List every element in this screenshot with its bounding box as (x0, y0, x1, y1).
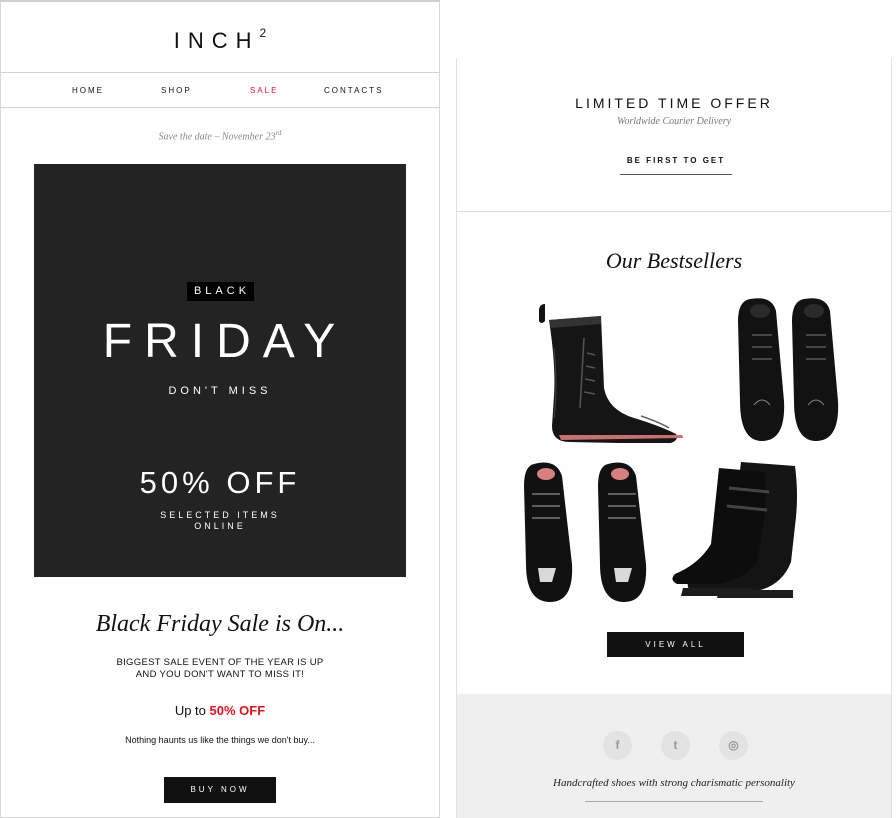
email-footer: f t ◎ Handcrafted shoes with strong char… (457, 694, 891, 818)
section-divider (457, 211, 891, 212)
hero-items-text: SELECTED ITEMS ONLINE (34, 510, 406, 532)
derby-shoes-pair-icon[interactable] (722, 295, 862, 443)
view-all-button[interactable]: VIEW ALL (607, 632, 744, 657)
logo-text: INCH (173, 28, 260, 53)
page: INCH2 HOME SHOP SALE CONTACTS Save the d… (0, 0, 896, 818)
instagram-icon[interactable]: ◎ (719, 731, 748, 760)
footer-tagline: Handcrafted shoes with strong charismati… (553, 777, 795, 789)
hero-tag: BLACK (187, 282, 254, 301)
offer-title: LIMITED TIME OFFER (575, 95, 773, 111)
upto-value: 50% OFF (209, 703, 266, 718)
hero-banner[interactable]: BLACK FRIDAY DON'T MISS 50% OFF SELECTED… (34, 164, 406, 577)
haunts-text: Nothing haunts us like the things we don… (125, 735, 315, 745)
offer-subtitle: Worldwide Courier Delivery (616, 116, 732, 127)
hero-discount: 50% OFF (139, 465, 301, 500)
nav-sale[interactable]: SALE (250, 86, 278, 95)
hero-items-line2: ONLINE (194, 521, 246, 531)
hero-subtitle: DON'T MISS (168, 385, 272, 397)
buy-now-button[interactable]: BUY NOW (164, 777, 276, 803)
main-nav: HOME SHOP SALE CONTACTS (1, 72, 439, 108)
be-first-button[interactable]: BE FIRST TO GET (620, 156, 732, 175)
hero-items-line1: SELECTED ITEMS (160, 510, 280, 520)
metal-toe-shoes-pair-icon[interactable] (512, 458, 662, 606)
sale-line-1: BIGGEST SALE EVENT OF THE YEAR IS UP (116, 657, 324, 668)
save-the-date: Save the date – November 23rd (1, 129, 439, 142)
save-date-superscript: rd (275, 129, 282, 137)
upto-prefix: Up to (174, 703, 206, 718)
right-email-panel: LIMITED TIME OFFER Worldwide Courier Del… (456, 58, 892, 818)
save-date-text: Save the date – November 23 (158, 131, 276, 143)
nav-contacts[interactable]: CONTACTS (324, 86, 383, 95)
sale-line-2: AND YOU DON'T WANT TO MISS IT! (135, 669, 305, 680)
brand-logo[interactable]: INCH2 (1, 26, 439, 54)
tall-lace-up-boot-icon[interactable] (529, 298, 689, 443)
nav-shop[interactable]: SHOP (161, 86, 192, 95)
facebook-icon[interactable]: f (603, 731, 632, 760)
upto-offer: Up to 50% OFF (1, 703, 439, 718)
footer-divider (585, 801, 763, 802)
nav-home[interactable]: HOME (72, 86, 104, 95)
buckle-boot-pair-icon[interactable] (669, 458, 819, 606)
sale-heading: Black Friday Sale is On... (95, 611, 345, 637)
bestsellers-heading: Our Bestsellers (605, 248, 743, 273)
sale-description: BIGGEST SALE EVENT OF THE YEAR IS UP AND… (1, 657, 439, 681)
hero-title: FRIDAY (102, 315, 348, 368)
logo-superscript: 2 (259, 26, 267, 40)
left-email-panel: INCH2 HOME SHOP SALE CONTACTS Save the d… (0, 0, 440, 818)
twitter-icon[interactable]: t (661, 731, 690, 760)
